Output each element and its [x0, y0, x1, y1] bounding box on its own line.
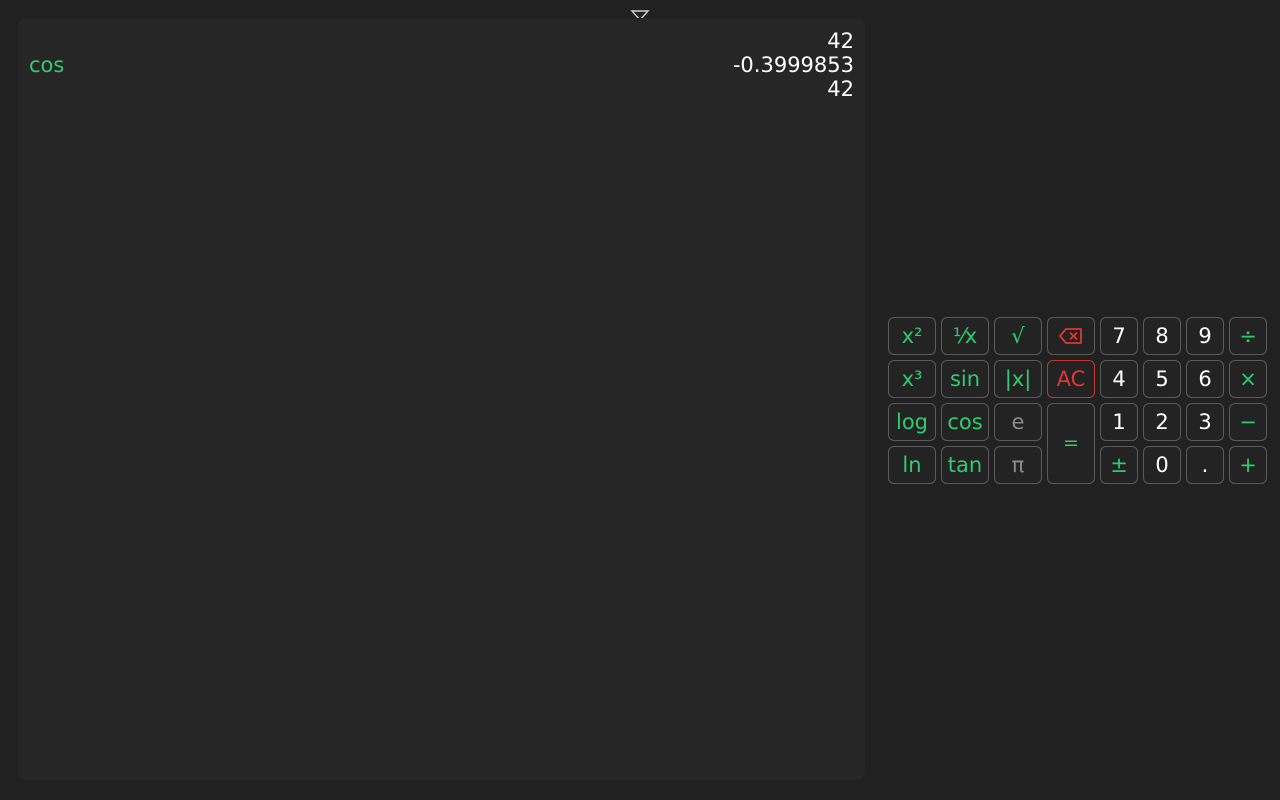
- digit-4-button[interactable]: 4: [1100, 360, 1138, 398]
- sqrt-button[interactable]: √: [994, 317, 1042, 355]
- equals-button[interactable]: =: [1047, 403, 1095, 484]
- ln-button[interactable]: ln: [888, 446, 936, 484]
- square-button[interactable]: x²: [888, 317, 936, 355]
- minus-button[interactable]: −: [1229, 403, 1267, 441]
- digit-2-button[interactable]: 2: [1143, 403, 1181, 441]
- history-value: 42: [827, 77, 854, 101]
- sin-button[interactable]: sin: [941, 360, 989, 398]
- all-clear-button[interactable]: AC: [1047, 360, 1095, 398]
- tan-button[interactable]: tan: [941, 446, 989, 484]
- divide-button[interactable]: ÷: [1229, 317, 1267, 355]
- log-button[interactable]: log: [888, 403, 936, 441]
- backspace-button[interactable]: [1047, 317, 1095, 355]
- backspace-icon: [1059, 328, 1082, 344]
- calculator-app: 42 cos -0.3999853 42 x² ⅟x √ 7 8 9 ÷ x³ …: [0, 0, 1280, 800]
- digit-9-button[interactable]: 9: [1186, 317, 1224, 355]
- history-operation: cos: [29, 53, 65, 77]
- digit-5-button[interactable]: 5: [1143, 360, 1181, 398]
- digit-6-button[interactable]: 6: [1186, 360, 1224, 398]
- history-panel: 42 cos -0.3999853 42: [18, 18, 865, 780]
- history-value: 42: [827, 29, 854, 53]
- plus-minus-button[interactable]: ±: [1100, 446, 1138, 484]
- digit-8-button[interactable]: 8: [1143, 317, 1181, 355]
- cube-button[interactable]: x³: [888, 360, 936, 398]
- euler-button[interactable]: e: [994, 403, 1042, 441]
- digit-3-button[interactable]: 3: [1186, 403, 1224, 441]
- digit-1-button[interactable]: 1: [1100, 403, 1138, 441]
- abs-button[interactable]: |x|: [994, 360, 1042, 398]
- history-value: -0.3999853: [732, 53, 854, 77]
- decimal-button[interactable]: .: [1186, 446, 1224, 484]
- multiply-button[interactable]: ×: [1229, 360, 1267, 398]
- cos-button[interactable]: cos: [941, 403, 989, 441]
- plus-button[interactable]: +: [1229, 446, 1267, 484]
- reciprocal-button[interactable]: ⅟x: [941, 317, 989, 355]
- pi-button[interactable]: π: [994, 446, 1042, 484]
- digit-7-button[interactable]: 7: [1100, 317, 1138, 355]
- digit-0-button[interactable]: 0: [1143, 446, 1181, 484]
